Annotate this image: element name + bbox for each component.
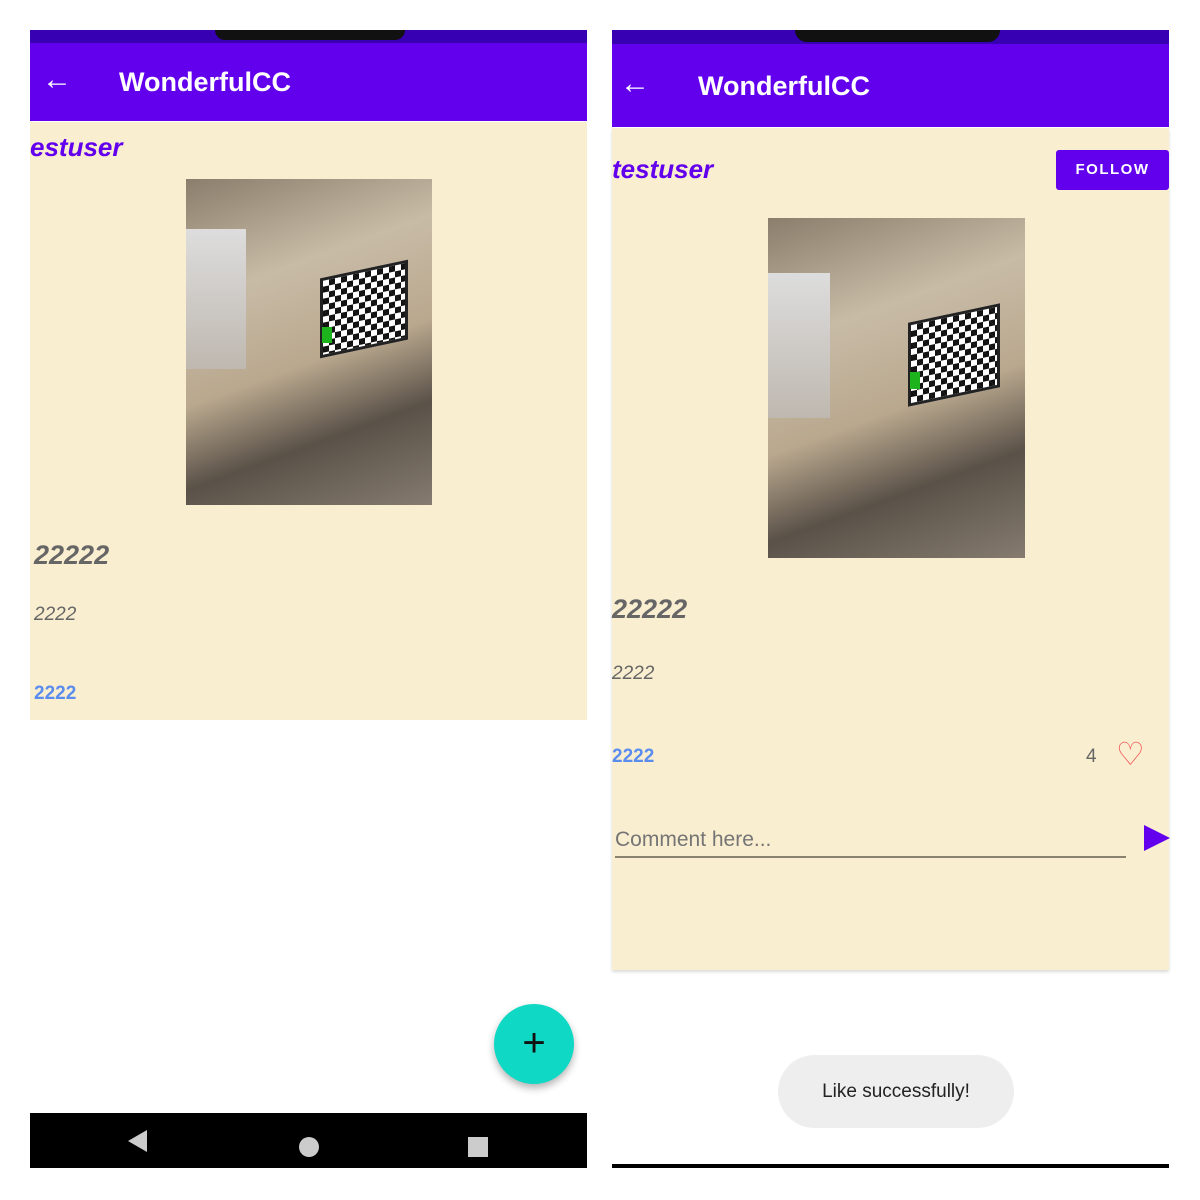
post-body: 2222 bbox=[612, 663, 655, 684]
post-title: 22222 bbox=[34, 540, 110, 570]
app-bar: ← WonderfulCC bbox=[612, 44, 1169, 127]
app-bar: ← WonderfulCC bbox=[30, 43, 587, 121]
home-nav-icon[interactable] bbox=[299, 1137, 319, 1157]
tv bbox=[908, 303, 1000, 407]
nav-bar-edge bbox=[612, 1164, 1169, 1168]
heart-icon[interactable]: ♡ bbox=[1116, 738, 1145, 770]
toast: Like successfully! bbox=[778, 1055, 1014, 1128]
username[interactable]: estuser bbox=[30, 132, 123, 163]
post-card: estuser 22222 2222 2222 bbox=[30, 122, 587, 720]
post-image[interactable] bbox=[768, 218, 1025, 558]
recents-nav-icon[interactable] bbox=[468, 1137, 488, 1157]
app-title: WonderfulCC bbox=[119, 67, 291, 97]
app-title: WonderfulCC bbox=[698, 71, 870, 101]
follow-label: FOLLOW bbox=[1075, 161, 1150, 178]
send-icon[interactable] bbox=[1144, 825, 1170, 851]
nav-bar bbox=[30, 1113, 587, 1168]
add-fab[interactable]: + bbox=[494, 1004, 574, 1084]
window bbox=[768, 273, 830, 418]
back-arrow-icon[interactable]: ← bbox=[620, 67, 650, 101]
camera-notch bbox=[795, 30, 1000, 42]
post-link[interactable]: 2222 bbox=[612, 746, 654, 768]
post-link[interactable]: 2222 bbox=[34, 683, 76, 705]
post-card: testuser FOLLOW 22222 2222 2222 4 ♡ bbox=[612, 128, 1170, 970]
post-title: 22222 bbox=[612, 594, 688, 624]
username[interactable]: testuser bbox=[612, 154, 713, 185]
post-image[interactable] bbox=[186, 179, 432, 505]
back-arrow-icon[interactable]: ← bbox=[42, 63, 72, 97]
camera-notch bbox=[215, 30, 405, 40]
tv-marker bbox=[322, 327, 332, 343]
window bbox=[186, 229, 246, 369]
follow-button[interactable]: FOLLOW bbox=[1056, 150, 1169, 190]
tv bbox=[320, 259, 408, 359]
tv-marker bbox=[910, 372, 920, 389]
back-nav-icon[interactable] bbox=[128, 1130, 147, 1152]
like-count: 4 bbox=[1086, 746, 1097, 767]
comment-input[interactable] bbox=[615, 824, 1126, 858]
plus-icon: + bbox=[522, 1021, 546, 1065]
toast-text: Like successfully! bbox=[822, 1081, 970, 1102]
post-body: 2222 bbox=[34, 604, 77, 625]
